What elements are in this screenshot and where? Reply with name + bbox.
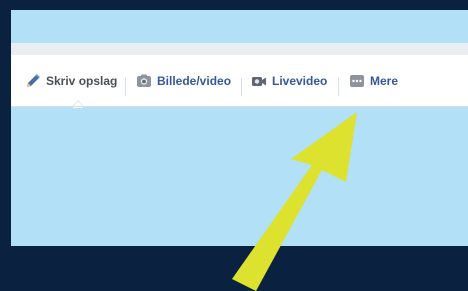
screen: { "composer": { "tabs": [ { "label": "Sk… <box>0 0 468 291</box>
arrow-shape <box>232 112 357 291</box>
pointer-arrow-icon <box>232 112 357 291</box>
